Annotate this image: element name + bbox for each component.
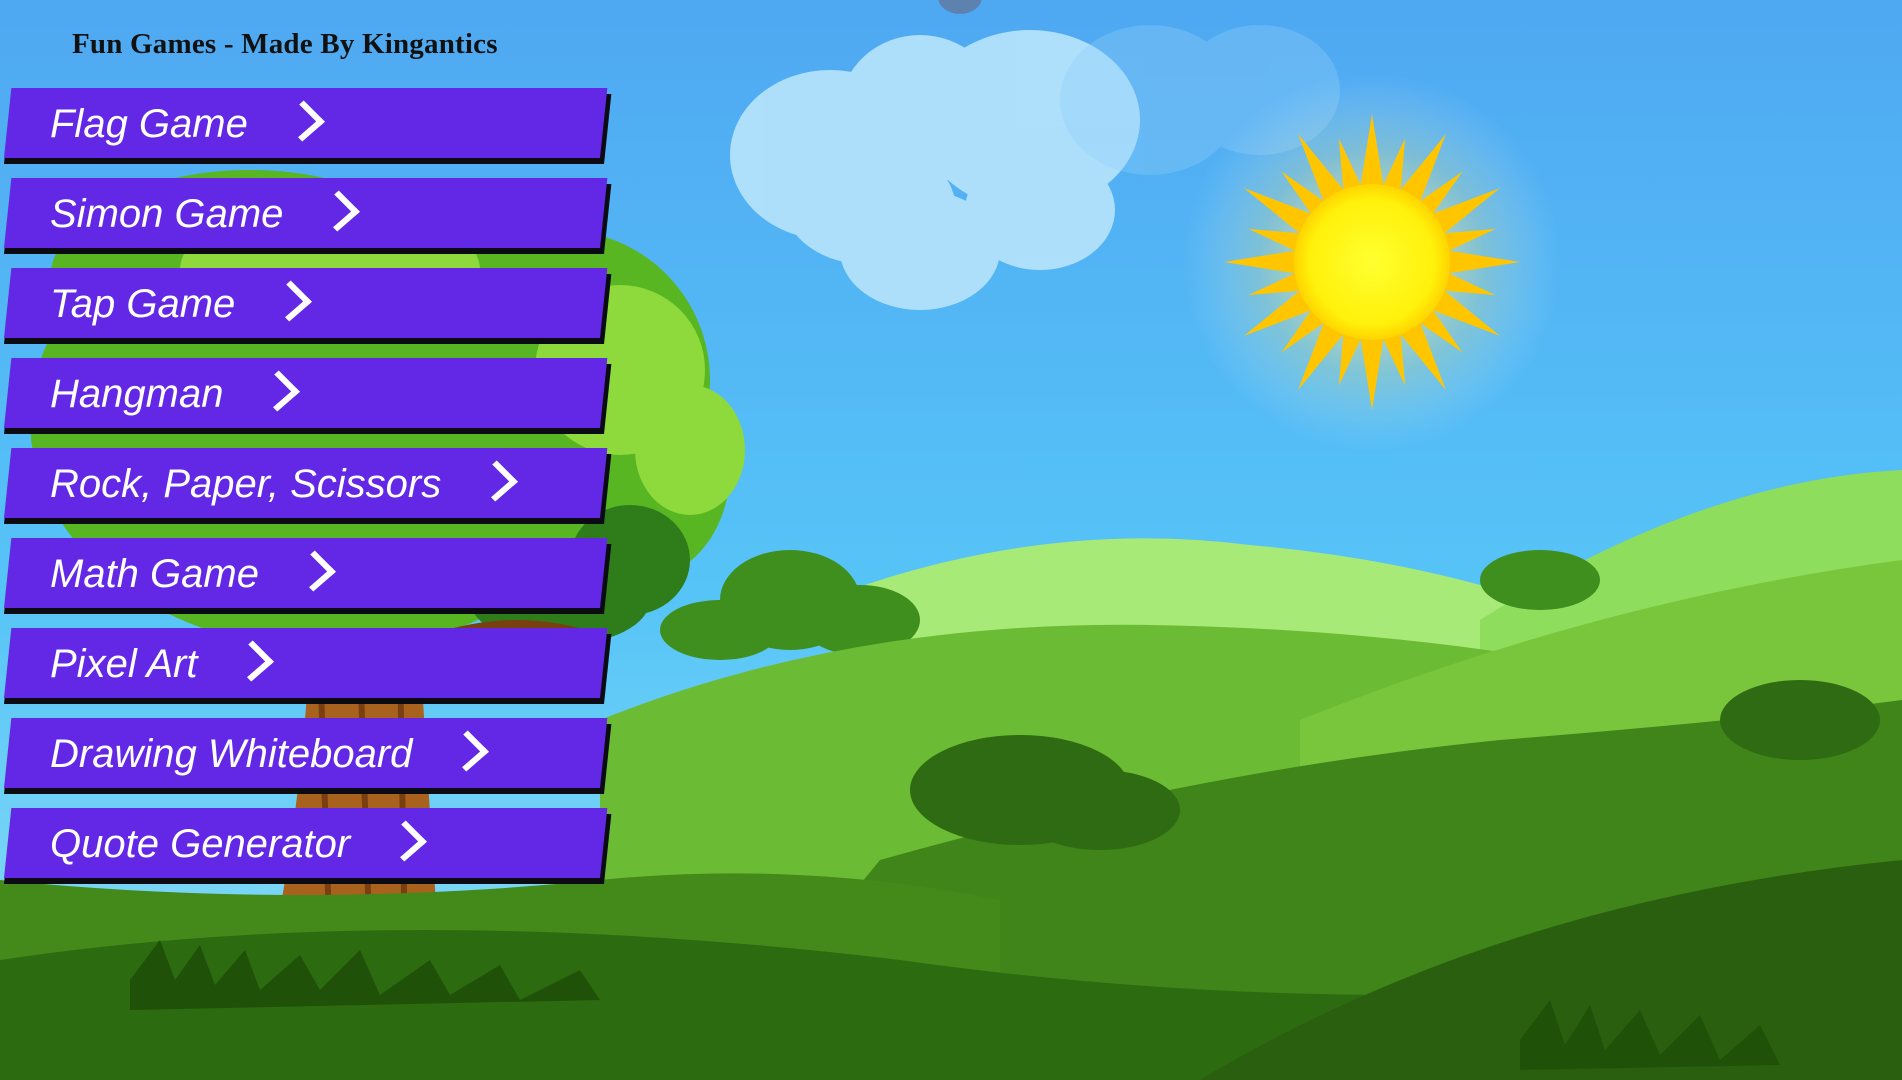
button-label: Drawing Whiteboard bbox=[50, 732, 413, 776]
math-game-button[interactable]: Math Game bbox=[0, 538, 612, 614]
quote-generator-button[interactable]: Quote Generator bbox=[0, 808, 612, 884]
button-label: Hangman bbox=[50, 372, 224, 416]
drawing-whiteboard-button[interactable]: Drawing Whiteboard bbox=[0, 718, 612, 794]
button-label: Quote Generator bbox=[50, 822, 351, 866]
pixel-art-button[interactable]: Pixel Art bbox=[0, 628, 612, 704]
button-label: Pixel Art bbox=[50, 642, 198, 686]
page-title: Fun Games - Made By Kingantics bbox=[72, 28, 498, 60]
button-label: Rock, Paper, Scissors bbox=[50, 462, 442, 506]
button-label: Flag Game bbox=[50, 102, 248, 146]
hangman-button[interactable]: Hangman bbox=[0, 358, 612, 434]
flag-game-button[interactable]: Flag Game bbox=[0, 88, 612, 164]
simon-game-button[interactable]: Simon Game bbox=[0, 178, 612, 254]
button-label: Tap Game bbox=[50, 282, 236, 326]
button-label: Simon Game bbox=[50, 192, 284, 236]
tap-game-button[interactable]: Tap Game bbox=[0, 268, 612, 344]
button-label: Math Game bbox=[50, 552, 259, 596]
rock-paper-scissors-button[interactable]: Rock, Paper, Scissors bbox=[0, 448, 612, 524]
